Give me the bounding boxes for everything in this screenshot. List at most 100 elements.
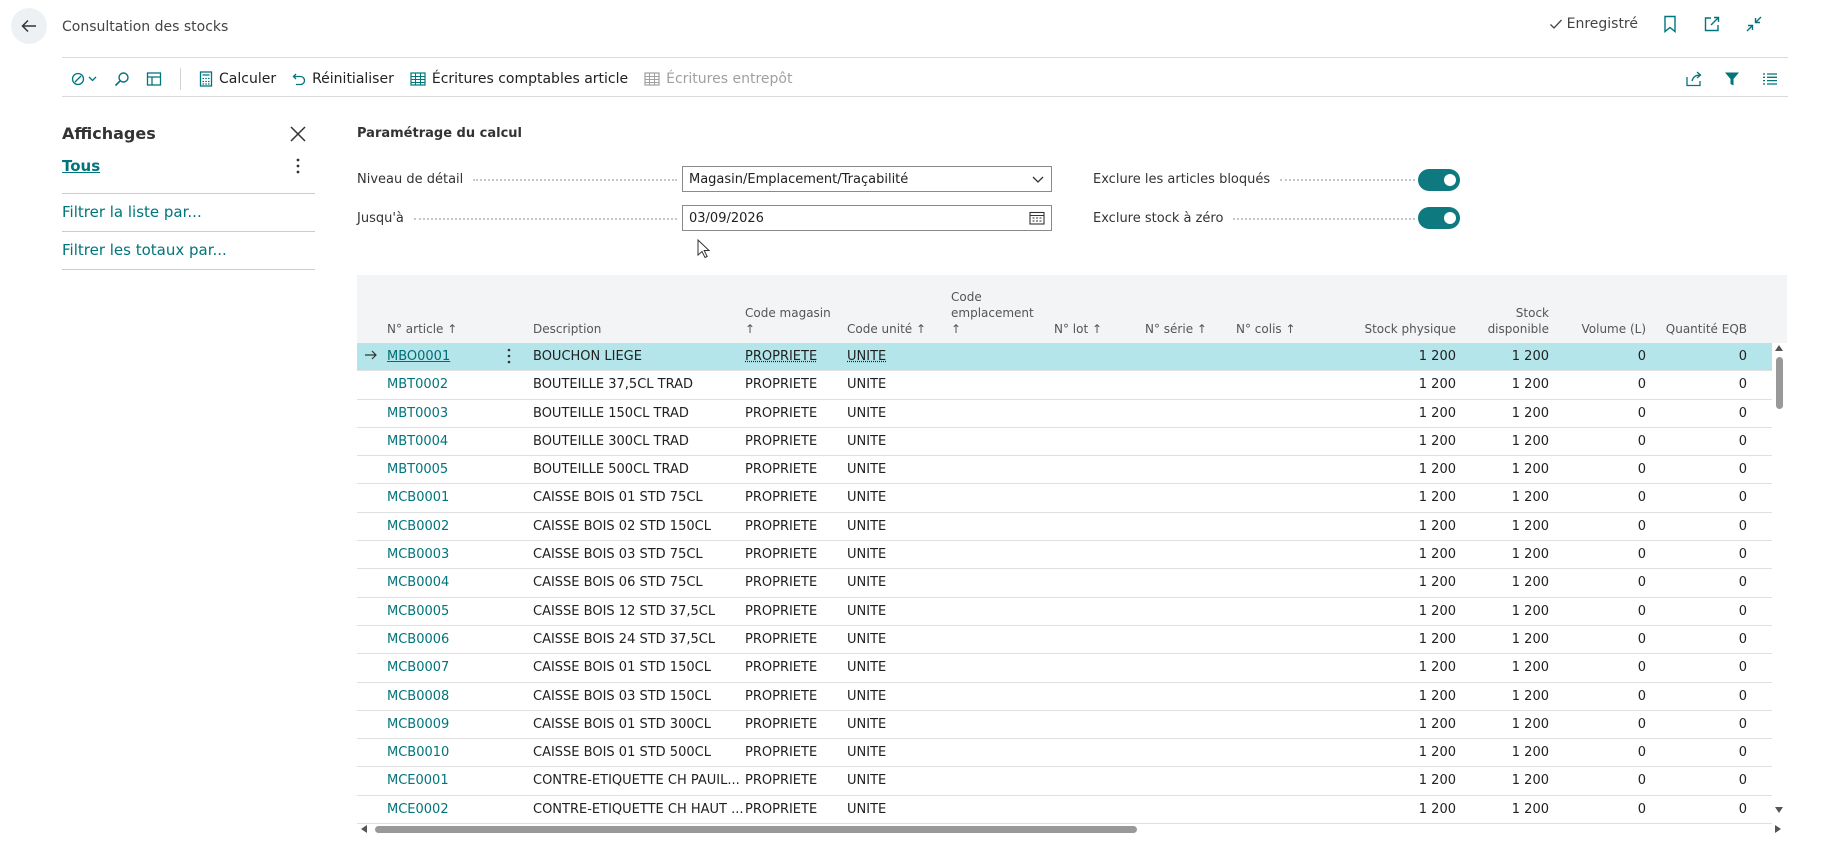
scroll-left-icon[interactable] (361, 825, 367, 833)
cell-no-article[interactable]: MCB0003 (387, 547, 449, 562)
cell-volume: 0 (1637, 603, 1646, 619)
cell-no-article[interactable]: MCB0009 (387, 717, 449, 732)
ecritures-entrepot-button[interactable]: Écritures entrepôt (636, 64, 800, 94)
cell-no-article[interactable]: MBT0005 (387, 462, 448, 477)
cell-no-article[interactable]: MBT0004 (387, 434, 448, 449)
calc-section-title: Paramétrage du calcul (357, 126, 522, 141)
table-row[interactable]: MCB0007 CAISSE BOIS 01 STD 150CL PROPRIETE… (357, 654, 1772, 683)
cell-no-article[interactable]: MCB0008 (387, 689, 449, 704)
vertical-scrollbar[interactable] (1773, 343, 1785, 815)
exclure-zero-toggle[interactable] (1418, 207, 1460, 229)
cell-no-article[interactable]: MCB0006 (387, 632, 449, 647)
cell-description: CAISSE BOIS 01 STD 75CL (533, 490, 703, 506)
cell-no-article[interactable]: MBO0001 (387, 349, 450, 364)
table-row[interactable]: MBT0005 BOUTEILLE 500CL TRAD PROPRIETE UNIT… (357, 456, 1772, 485)
cell-description: CAISSE BOIS 01 STD 300CL (533, 716, 711, 732)
cell-no-article[interactable]: MCB0004 (387, 575, 449, 590)
table-row[interactable]: MCB0009 CAISSE BOIS 01 STD 300CL PROPRIETE… (357, 711, 1772, 740)
table-row[interactable]: MCB0001 CAISSE BOIS 01 STD 75CL PROPRIETE U… (357, 484, 1772, 513)
leader-dots (1280, 178, 1415, 181)
list-button[interactable] (1760, 69, 1780, 89)
calendar-icon[interactable] (1029, 211, 1045, 225)
cell-no-article[interactable]: MBT0002 (387, 377, 448, 392)
table-row[interactable]: MCB0006 CAISSE BOIS 24 STD 37,5CL PROPRIET… (357, 626, 1772, 655)
filter-list-link[interactable]: Filtrer la liste par... (62, 203, 202, 221)
col-no-lot[interactable]: N° lot ↑ (1054, 321, 1102, 337)
horizontal-scrollbar[interactable] (357, 823, 1787, 835)
jusqua-text: Jusqu'à (357, 211, 404, 226)
scroll-down-icon[interactable] (1775, 807, 1783, 813)
table-row[interactable]: MCB0003 CAISSE BOIS 03 STD 75CL PROPRIETE U… (357, 541, 1772, 570)
col-stock-dispo-line2: disponible (1487, 322, 1549, 336)
table-row[interactable]: MBO0001 BOUCHON LIEGE PROPRIETE UNITE 1 200 1… (357, 343, 1772, 372)
filter-totals-link[interactable]: Filtrer les totaux par... (62, 241, 227, 259)
table-row[interactable]: MCB0010 CAISSE BOIS 01 STD 500CL PROPRIETE… (357, 739, 1772, 768)
open-new-window-button[interactable] (1702, 14, 1722, 34)
collapse-button[interactable] (1744, 14, 1764, 34)
cell-no-article[interactable]: MCB0005 (387, 604, 449, 619)
cell-quantite-eqb: 0 (1738, 405, 1747, 421)
bookmark-button[interactable] (1660, 14, 1680, 34)
cell-code-magasin: PROPRIETE (745, 575, 818, 591)
horizontal-scroll-thumb[interactable] (375, 826, 1137, 833)
search-button[interactable] (106, 64, 138, 94)
cell-code-magasin: PROPRIETE (745, 547, 818, 563)
cell-no-article[interactable]: MCE0002 (387, 802, 449, 817)
col-volume[interactable]: Volume (L) (1550, 321, 1647, 337)
close-views-button[interactable] (288, 124, 308, 144)
col-stock-disponible[interactable]: Stock disponible (1457, 305, 1549, 337)
undo-icon (292, 73, 306, 86)
cell-no-article[interactable]: MCB0002 (387, 519, 449, 534)
cell-stock-physique: 1 200 (1418, 716, 1456, 732)
cell-stock-physique: 1 200 (1418, 631, 1456, 647)
col-no-article[interactable]: N° article ↑ (387, 321, 457, 337)
calculer-button[interactable]: Calculer (191, 64, 284, 94)
vertical-scroll-thumb[interactable] (1776, 357, 1783, 409)
cell-stock-physique: 1 200 (1418, 377, 1456, 393)
table-row[interactable]: MCB0008 CAISSE BOIS 03 STD 150CL PROPRIETE… (357, 683, 1772, 711)
ecritures-article-button[interactable]: Écritures comptables article (402, 64, 636, 94)
cell-no-article[interactable]: MCB0010 (387, 745, 449, 760)
cell-no-article[interactable]: MBT0003 (387, 406, 448, 421)
exclure-bloques-toggle[interactable] (1418, 169, 1460, 191)
table-row[interactable]: MCE0001 CONTRE-ETIQUETTE CH PAUIL... PROPR… (357, 767, 1772, 796)
calculer-label: Calculer (219, 71, 277, 87)
row-more-icon[interactable] (507, 348, 511, 364)
niveau-detail-label: Niveau de détail (357, 172, 677, 187)
edit-mode-button[interactable] (62, 64, 106, 94)
col-code-unite[interactable]: Code unité ↑ (847, 321, 926, 337)
share-button[interactable] (1684, 69, 1704, 89)
table-view-button[interactable] (138, 64, 170, 94)
reinitialiser-button[interactable]: Réinitialiser (284, 64, 402, 94)
scroll-right-icon[interactable] (1775, 825, 1781, 833)
view-more-button[interactable] (288, 156, 308, 176)
view-tous[interactable]: Tous (62, 157, 100, 175)
table-row[interactable]: MCB0002 CAISSE BOIS 02 STD 150CL PROPRIETE… (357, 513, 1772, 542)
col-quantite-eqb[interactable]: Quantité EQB (1647, 321, 1747, 337)
col-no-serie[interactable]: N° série ↑ (1145, 321, 1207, 337)
col-code-emplacement[interactable]: Code emplacement ↑ (951, 289, 1034, 337)
scroll-up-icon[interactable] (1775, 345, 1783, 351)
table-row[interactable]: MCB0004 CAISSE BOIS 06 STD 75CL PROPRIETE U… (357, 569, 1772, 598)
col-stock-physique[interactable]: Stock physique (1320, 321, 1456, 337)
table-row[interactable]: MCE0002 CONTRE-ETIQUETTE CH HAUT ... PROPR… (357, 796, 1772, 825)
table-row[interactable]: MBT0003 BOUTEILLE 150CL TRAD PROPRIETE UNIT… (357, 400, 1772, 428)
table-row[interactable]: MCB0005 CAISSE BOIS 12 STD 37,5CL PROPRIET… (357, 598, 1772, 626)
header-actions: Enregistré (1549, 14, 1764, 34)
cell-stock-disponible: 1 200 (1511, 462, 1549, 478)
table-row[interactable]: MBT0004 BOUTEILLE 300CL TRAD PROPRIETE UNIT… (357, 428, 1772, 457)
cell-no-article[interactable]: MCB0007 (387, 660, 449, 675)
jusqua-date-input[interactable]: 03/09/2026 (682, 205, 1052, 231)
table-row[interactable]: MBT0002 BOUTEILLE 37,5CL TRAD PROPRIETE UNI… (357, 371, 1772, 400)
cell-stock-physique: 1 200 (1418, 575, 1456, 591)
col-description[interactable]: Description (533, 321, 601, 337)
niveau-detail-select[interactable]: Magasin/Emplacement/Traçabilité (682, 166, 1052, 192)
col-no-colis[interactable]: N° colis ↑ (1236, 321, 1296, 337)
col-code-magasin[interactable]: Code magasin ↑ (745, 305, 831, 337)
filter-button[interactable] (1722, 69, 1742, 89)
cell-stock-physique: 1 200 (1418, 660, 1456, 676)
cell-volume: 0 (1637, 631, 1646, 647)
back-button[interactable] (11, 8, 47, 44)
cell-no-article[interactable]: MCE0001 (387, 773, 449, 788)
cell-no-article[interactable]: MCB0001 (387, 490, 449, 505)
